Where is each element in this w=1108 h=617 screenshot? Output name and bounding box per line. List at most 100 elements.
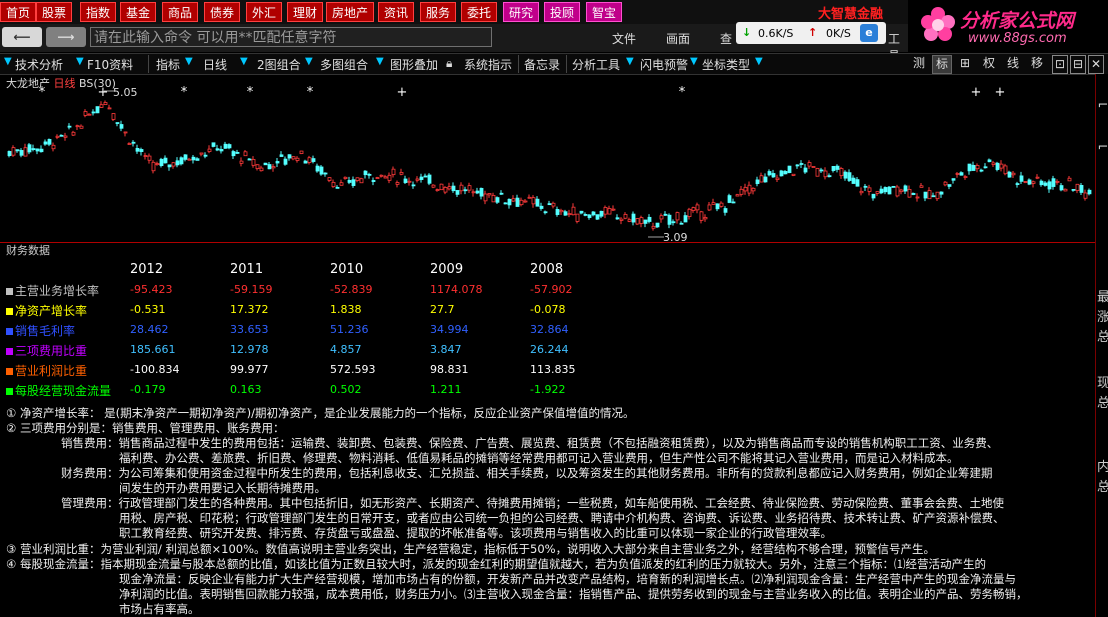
tab-overlay[interactable]: 图形叠加: [390, 56, 438, 73]
measure-button[interactable]: 测: [910, 55, 928, 72]
candle-body: [559, 209, 564, 213]
menu-commodities[interactable]: 商品: [162, 2, 199, 22]
menu-view[interactable]: 画面: [666, 30, 690, 47]
dropdown-arrow-icon[interactable]: ▼: [755, 56, 763, 67]
grid-button[interactable]: ⊞: [957, 55, 973, 72]
kline-chart[interactable]: * + * * * + * + +: [0, 74, 1095, 244]
candle-body: [295, 157, 300, 161]
tab-two-chart[interactable]: 2图组合: [257, 56, 301, 73]
menu-funds[interactable]: 基金: [120, 2, 157, 22]
menu-wealth[interactable]: 理财: [287, 2, 324, 22]
move-button[interactable]: 移: [1028, 55, 1046, 72]
candle-body: [355, 177, 360, 181]
dropdown-arrow-icon[interactable]: ▼: [376, 56, 384, 67]
dropdown-arrow-icon[interactable]: ▼: [185, 56, 193, 67]
forward-arrow-icon[interactable]: ⟶: [46, 27, 86, 47]
candle-body: [467, 185, 472, 191]
command-input[interactable]: 请在此输入命令 可以用**匹配任意字符: [90, 27, 492, 47]
menu-trade[interactable]: 委托: [461, 2, 498, 22]
candle-body: [583, 213, 588, 216]
plus-signal-icon: +: [995, 85, 1006, 100]
candle-body: [819, 169, 824, 172]
finance-cell: -52.839: [330, 283, 373, 296]
tab-f10[interactable]: F10资料: [87, 56, 133, 73]
stock-name: 大龙地产: [6, 77, 50, 90]
candle-body: [963, 176, 968, 178]
finance-cell: 572.593: [330, 363, 376, 376]
menu-index[interactable]: 指数: [80, 2, 117, 22]
dropdown-arrow-icon[interactable]: ▼: [305, 56, 313, 67]
candle-body: [491, 195, 496, 203]
candle-body: [275, 161, 280, 164]
dropdown-arrow-icon[interactable]: ▼: [4, 56, 12, 67]
lock-icon[interactable]: 🔒︎: [446, 56, 452, 71]
candle-body: [191, 156, 196, 161]
candle-body: [451, 185, 456, 192]
candle-body: [123, 131, 128, 134]
menu-file[interactable]: 文件: [612, 30, 636, 47]
candle-body: [51, 144, 56, 150]
finance-cell: -1.922: [530, 383, 566, 396]
candle-body: [855, 179, 860, 187]
plus-signal-icon: +: [397, 85, 408, 100]
tab-memo[interactable]: 备忘录: [524, 56, 560, 73]
menu-realestate[interactable]: 房地产: [326, 2, 375, 22]
finance-cell: 98.831: [430, 363, 469, 376]
candle-body: [215, 148, 220, 151]
note-4c: 市场占有率高。: [119, 602, 200, 616]
line-button[interactable]: 线: [1004, 55, 1022, 72]
menu-stocks[interactable]: 股票: [36, 2, 73, 22]
dropdown-arrow-icon[interactable]: ▼: [626, 56, 634, 67]
plus-signal-icon: +: [971, 85, 982, 100]
menu-research[interactable]: 研究: [503, 2, 540, 22]
candle-body: [67, 125, 72, 128]
candle-body: [707, 204, 712, 211]
browser-icon[interactable]: e: [860, 24, 878, 42]
menu-forex[interactable]: 外汇: [246, 2, 283, 22]
candle-body: [159, 158, 164, 167]
menu-home[interactable]: 首页: [0, 2, 37, 22]
tab-multi-chart[interactable]: 多图组合: [320, 56, 368, 73]
menu-bonds[interactable]: 债券: [204, 2, 241, 22]
menu-query[interactable]: 查: [720, 30, 732, 47]
legend-square-icon: [6, 328, 13, 335]
candle-body: [227, 144, 232, 149]
candle-body: [31, 148, 36, 151]
candle-body: [435, 189, 440, 191]
finance-row-label: 主营业务增长率: [6, 282, 99, 299]
candle-body: [375, 177, 380, 179]
restore-icon[interactable]: ⊡: [1052, 55, 1069, 74]
divider: [566, 55, 567, 73]
logo-title: 分析家公式网: [960, 10, 1075, 32]
menu-zhibao[interactable]: 智宝: [586, 2, 623, 22]
fullscreen-icon[interactable]: ⊟: [1070, 55, 1087, 74]
tab-technical-analysis[interactable]: 技术分析: [15, 56, 63, 73]
tab-analysis-tools[interactable]: 分析工具: [572, 56, 620, 73]
back-arrow-icon[interactable]: ⟵: [2, 27, 42, 47]
candle-body: [1059, 185, 1064, 191]
dropdown-arrow-icon[interactable]: ▼: [240, 56, 248, 67]
rights-button[interactable]: 权: [980, 55, 998, 72]
candle-body: [951, 178, 956, 181]
menu-news[interactable]: 资讯: [378, 2, 415, 22]
candle-body: [431, 184, 436, 188]
tab-indicator[interactable]: 指标: [156, 56, 180, 73]
tab-flash-alert[interactable]: 闪电预警: [640, 56, 688, 73]
candle-body: [367, 173, 372, 176]
candle-body: [439, 183, 444, 191]
tab-daily[interactable]: 日线: [203, 56, 227, 73]
star-signal-icon: *: [181, 85, 188, 100]
close-icon[interactable]: ✕: [1088, 55, 1105, 74]
candle-body: [219, 149, 224, 152]
candle-body: [207, 148, 212, 152]
menu-advisor[interactable]: 投顾: [544, 2, 581, 22]
tab-axis-type[interactable]: 坐标类型: [702, 56, 750, 73]
menu-service[interactable]: 服务: [420, 2, 457, 22]
tab-system-signal[interactable]: 系统指示: [464, 56, 512, 73]
dropdown-arrow-icon[interactable]: ▼: [76, 56, 84, 67]
mark-button[interactable]: 标: [932, 55, 953, 74]
candle-body: [507, 198, 512, 206]
candle-body: [843, 171, 848, 179]
candle-body: [211, 142, 216, 147]
dropdown-arrow-icon[interactable]: ▼: [690, 56, 698, 67]
